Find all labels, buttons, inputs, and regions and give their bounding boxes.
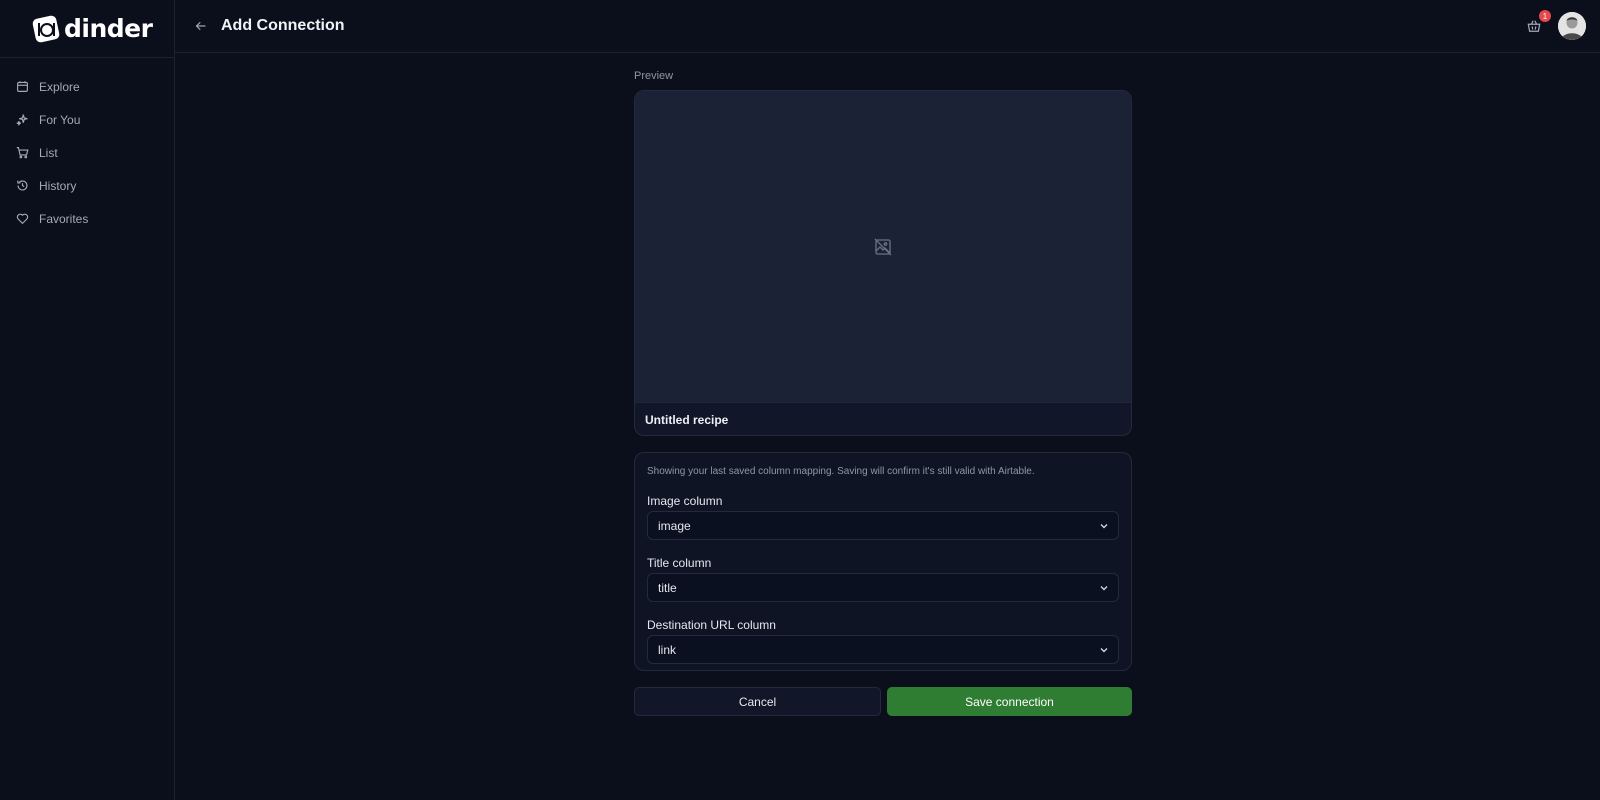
- chevron-down-icon: [1100, 523, 1108, 528]
- history-icon: [17, 180, 28, 191]
- basket-button[interactable]: 1: [1524, 10, 1551, 36]
- user-avatar-icon: [1558, 12, 1586, 40]
- sidebar-item-favorites[interactable]: Favorites: [0, 202, 174, 235]
- form-column: Preview Untitled recipe Showing your las…: [634, 70, 1132, 716]
- brand-name: dinder: [64, 14, 153, 43]
- preview-recipe-title: Untitled recipe: [635, 402, 1131, 435]
- image-column-value: image: [658, 518, 691, 533]
- sparkles-icon: [16, 114, 28, 126]
- basket-count-badge: 1: [1539, 10, 1551, 22]
- column-mapping-card: Showing your last saved column mapping. …: [634, 452, 1132, 671]
- title-column-label: Title column: [647, 556, 712, 570]
- preview-image-placeholder: [635, 91, 1131, 402]
- image-column-select[interactable]: image: [647, 511, 1119, 540]
- destination-url-column-select[interactable]: link: [647, 635, 1119, 664]
- topbar: Add Connection 1: [175, 0, 1600, 53]
- title-column-value: title: [658, 580, 677, 595]
- chevron-down-icon: [1100, 647, 1108, 652]
- sidebar: dinder Explore For You List History Favo…: [0, 0, 175, 800]
- save-connection-button[interactable]: Save connection: [887, 687, 1132, 716]
- page-title: Add Connection: [221, 17, 345, 34]
- heart-icon: [16, 213, 29, 225]
- form-actions: Cancel Save connection: [634, 687, 1132, 716]
- image-column-field: Image column image: [647, 494, 1119, 540]
- mapping-note: Showing your last saved column mapping. …: [647, 466, 1035, 477]
- destination-url-column-field: Destination URL column link: [647, 618, 1119, 664]
- sidebar-item-label: Explore: [39, 79, 80, 94]
- brand[interactable]: dinder: [0, 0, 174, 58]
- basket-icon: [1527, 20, 1541, 32]
- sidebar-item-list[interactable]: List: [0, 136, 174, 169]
- top-actions: 1: [1524, 10, 1586, 40]
- title-column-select[interactable]: title: [647, 573, 1119, 602]
- arrow-left-icon: [195, 21, 206, 31]
- sidebar-item-label: For You: [39, 112, 81, 127]
- calendar-icon: [17, 81, 28, 92]
- sidebar-item-explore[interactable]: Explore: [0, 70, 174, 103]
- image-column-label: Image column: [647, 494, 723, 508]
- sidebar-item-history[interactable]: History: [0, 169, 174, 202]
- cancel-button[interactable]: Cancel: [634, 687, 881, 716]
- back-button[interactable]: [191, 16, 211, 36]
- image-off-icon: [874, 238, 892, 255]
- destination-url-column-label: Destination URL column: [647, 618, 776, 632]
- dinder-logo-icon: [32, 15, 60, 42]
- sidebar-nav: Explore For You List History Favorites: [0, 58, 174, 235]
- sidebar-item-label: History: [39, 178, 77, 193]
- main: Add Connection 1 Preview Untitled recipe…: [175, 0, 1600, 800]
- title-column-field: Title column title: [647, 556, 1119, 602]
- sidebar-item-for-you[interactable]: For You: [0, 103, 174, 136]
- sidebar-item-label: List: [39, 145, 58, 160]
- preview-label: Preview: [634, 70, 674, 82]
- avatar[interactable]: [1558, 12, 1586, 40]
- destination-url-column-value: link: [658, 642, 677, 657]
- content: Preview Untitled recipe Showing your las…: [175, 53, 1600, 800]
- preview-card: Untitled recipe: [634, 90, 1132, 436]
- sidebar-item-label: Favorites: [39, 211, 89, 226]
- cart-icon: [16, 147, 29, 159]
- app-root: dinder Explore For You List History Favo…: [0, 0, 1600, 800]
- chevron-down-icon: [1100, 585, 1108, 590]
